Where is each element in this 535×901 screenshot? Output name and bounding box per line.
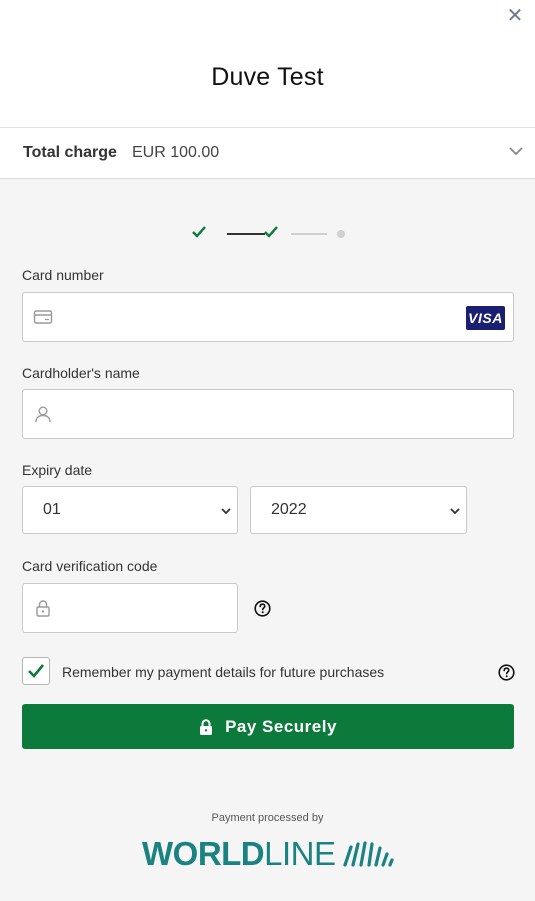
expiry-date-label: Expiry date: [22, 462, 93, 478]
card-number-input[interactable]: [67, 293, 457, 341]
step-pending-dot: [337, 230, 345, 238]
chevron-down-icon: [450, 508, 460, 515]
total-charge-label: Total charge: [23, 144, 117, 161]
help-icon[interactable]: [498, 664, 515, 681]
card-number-field[interactable]: VISA: [22, 292, 514, 342]
cvc-field[interactable]: [22, 583, 238, 633]
check-icon: [28, 664, 45, 678]
merchant-header: ✕ Duve Test: [0, 0, 535, 128]
card-number-label: Card number: [22, 267, 104, 283]
visa-logo: VISA: [466, 306, 505, 330]
worldline-mark-icon: [343, 841, 394, 867]
cvc-label: Card verification code: [22, 558, 158, 574]
worldline-wordmark: WORLDLINE: [142, 835, 336, 872]
check-icon: [192, 226, 206, 238]
step-progress: [0, 224, 535, 244]
chevron-down-icon: [221, 508, 231, 515]
step-connector-complete: [227, 233, 265, 235]
processed-by-text: Payment processed by: [211, 812, 324, 824]
lock-icon: [200, 718, 213, 735]
cardholder-name-label: Cardholder's name: [22, 365, 140, 381]
expiry-year-value: 2022: [271, 501, 307, 518]
remember-checkbox[interactable]: [22, 657, 50, 685]
cardholder-name-field[interactable]: [22, 389, 514, 439]
pay-securely-button[interactable]: Pay Securely: [22, 704, 514, 749]
expiry-month-select[interactable]: 01: [22, 486, 238, 534]
expiry-month-value: 01: [43, 501, 61, 518]
lock-icon: [36, 600, 50, 617]
total-charge-amount: EUR 100.00: [132, 144, 220, 161]
help-icon[interactable]: [254, 600, 271, 617]
credit-card-icon: [33, 310, 53, 324]
remember-label: Remember my payment details for future p…: [62, 664, 385, 680]
step-connector-pending: [291, 233, 327, 235]
total-charge-toggle[interactable]: Total charge EUR 100.00: [0, 128, 535, 179]
user-icon: [35, 406, 51, 423]
check-icon: [264, 226, 278, 238]
close-icon[interactable]: ✕: [503, 4, 527, 28]
cardholder-name-input[interactable]: [67, 390, 457, 438]
chevron-down-icon: [509, 147, 523, 156]
worldline-logo: WORLDLINE: [142, 835, 397, 872]
pay-securely-label: Pay Securely: [225, 716, 337, 736]
expiry-year-select[interactable]: 2022: [250, 486, 467, 534]
cvc-input[interactable]: [67, 584, 229, 632]
merchant-title: Duve Test: [211, 63, 324, 91]
